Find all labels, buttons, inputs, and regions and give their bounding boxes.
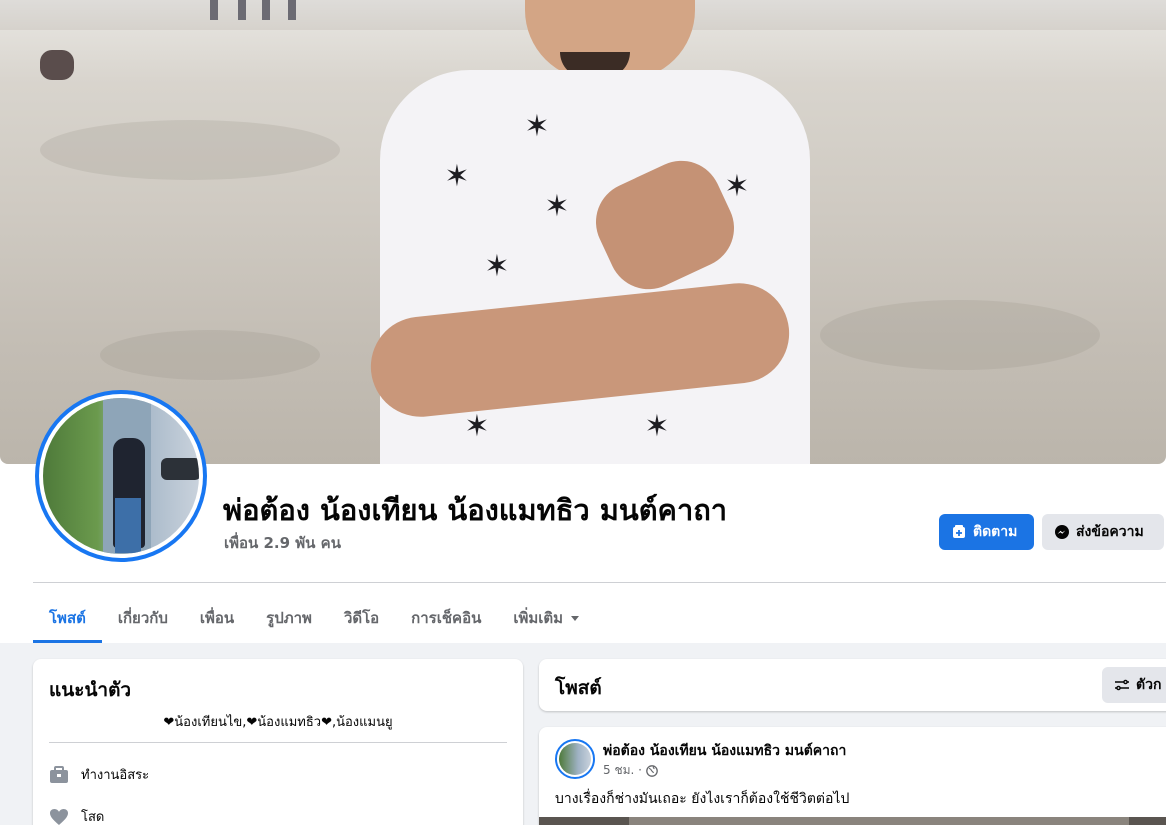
- post-text: บางเรื่องก็ช่างมันเถอะ ยังไงเราก็ต้องใช้…: [555, 791, 850, 807]
- profile-name: พ่อต้อง น้องเทียน น้องแมทธิว มนต์คาถา: [223, 493, 728, 527]
- posts-header-card: โพสต์ ตัวก: [539, 659, 1166, 711]
- intro-relationship-label: โสด: [81, 810, 105, 825]
- message-button[interactable]: ส่งข้อความ: [1042, 514, 1164, 550]
- posts-title: โพสต์: [555, 677, 602, 699]
- cover-wet-sand: [100, 330, 320, 380]
- tab-photos[interactable]: รูปภาพ: [250, 593, 328, 643]
- avatar-car: [161, 458, 199, 480]
- intro-bio: ❤น้องเทียนไข,❤น้องแมทธิว❤,น้องแมนยู: [163, 715, 393, 730]
- tab-friends[interactable]: เพื่อน: [184, 593, 250, 643]
- tab-more[interactable]: เพิ่มเติม: [497, 593, 595, 643]
- tab-label: การเช็คอิน: [411, 609, 482, 627]
- profile-avatar[interactable]: [35, 390, 207, 562]
- profile-tabs: โพสต์ เกี่ยวกับ เพื่อน รูปภาพ วิดีโอ การ…: [33, 593, 595, 643]
- cover-wet-sand: [820, 300, 1100, 370]
- avatar-image: [43, 398, 199, 554]
- filter-icon: [1115, 679, 1129, 691]
- palm-print-icon: ✶: [524, 109, 550, 144]
- palm-print-icon: ✶: [444, 159, 470, 194]
- follow-icon: [953, 525, 965, 538]
- follow-button[interactable]: ติดตาม: [939, 514, 1034, 550]
- palm-print-icon: ✶: [464, 409, 490, 444]
- cover-background-person: [238, 0, 246, 20]
- filter-button[interactable]: ตัวก: [1102, 667, 1166, 703]
- post-author-name[interactable]: พ่อต้อง น้องเทียน น้องแมทธิว มนต์คาถา: [603, 740, 846, 762]
- cover-photo[interactable]: ✶ ✶ ✶ ✶ ✶ ✶ ✶: [0, 0, 1166, 464]
- briefcase-icon: [49, 765, 69, 785]
- friends-count[interactable]: เพื่อน 2.9 พัน คน: [224, 531, 341, 555]
- intro-item-relationship: โสด: [49, 806, 104, 825]
- chevron-down-icon: [571, 615, 580, 621]
- post-media-image: [629, 817, 1129, 825]
- palm-print-icon: ✶: [544, 189, 570, 224]
- palm-print-icon: ✶: [484, 249, 510, 284]
- intro-work-label: ทำงานอิสระ: [81, 768, 150, 783]
- tab-label: รูปภาพ: [266, 609, 312, 627]
- cover-background-person: [210, 0, 218, 20]
- tab-label: โพสต์: [49, 609, 86, 627]
- header-divider: [33, 582, 1166, 583]
- heart-icon: [49, 807, 69, 825]
- messenger-icon: [1055, 525, 1069, 539]
- tab-label: เกี่ยวกับ: [117, 609, 168, 627]
- message-label: ส่งข้อความ: [1076, 524, 1144, 540]
- cover-wet-sand: [40, 120, 340, 180]
- avatar-border: [39, 394, 203, 558]
- follow-label: ติดตาม: [973, 524, 1018, 540]
- post-author-avatar[interactable]: [555, 739, 595, 779]
- palm-print-icon: ✶: [644, 409, 670, 444]
- tab-label: เพื่อน: [199, 609, 235, 627]
- tab-posts[interactable]: โพสต์: [33, 593, 102, 643]
- intro-item-work: ทำงานอิสระ: [49, 764, 149, 785]
- filter-label: ตัวก: [1136, 677, 1162, 693]
- tab-checkins[interactable]: การเช็คอิน: [395, 593, 497, 643]
- tab-videos[interactable]: วิดีโอ: [328, 593, 395, 643]
- palm-print-icon: ✶: [724, 169, 750, 204]
- globe-icon: [646, 764, 658, 777]
- tab-label: เพิ่มเติม: [513, 609, 564, 627]
- cover-background-person: [262, 0, 270, 20]
- post-meta: 5 ชม. ·: [603, 761, 658, 780]
- post-media[interactable]: [539, 817, 1166, 825]
- intro-divider: [49, 742, 507, 743]
- cover-background-person: [288, 0, 296, 20]
- post-card: พ่อต้อง น้องเทียน น้องแมทธิว มนต์คาถา 5 …: [539, 727, 1166, 825]
- intro-title: แนะนำตัว: [49, 679, 132, 701]
- post-avatar-image: [559, 743, 591, 775]
- cover-child: [40, 50, 74, 80]
- tab-label: วิดีโอ: [343, 609, 380, 627]
- post-time[interactable]: 5 ชม. ·: [603, 761, 642, 780]
- avatar-jeans: [115, 498, 141, 553]
- intro-card: แนะนำตัว ❤น้องเทียนไข,❤น้องแมทธิว❤,น้องแ…: [33, 659, 523, 825]
- tab-about[interactable]: เกี่ยวกับ: [102, 593, 184, 643]
